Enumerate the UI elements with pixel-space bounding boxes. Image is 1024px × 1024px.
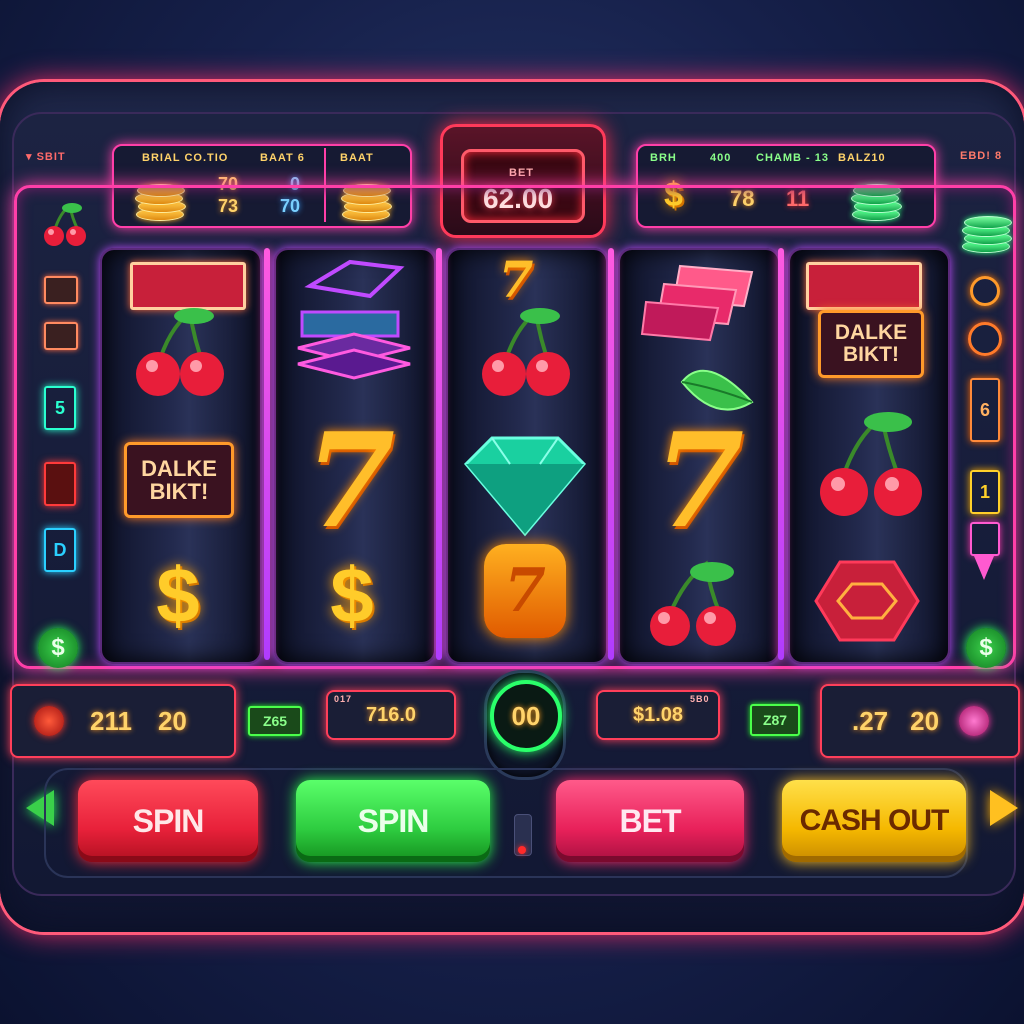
left-panel-label-2: BAAT 6	[260, 152, 305, 164]
cherry-symbol	[482, 308, 570, 396]
right-panel-label-1: BRH	[650, 152, 677, 164]
right-small-display: Z87	[750, 704, 800, 736]
sign-line-2: BIKT!	[843, 343, 899, 366]
top-left-label: ▾ SBIT	[26, 151, 66, 163]
cherry-icon	[44, 203, 86, 246]
center-left-meter-value: 716.0	[365, 703, 417, 726]
right-panel-label-2: 400	[710, 152, 732, 164]
right-panel-label-4: BALZ10	[838, 152, 886, 164]
pointer-down-icon	[974, 556, 994, 580]
top-right-label: EBD! 8	[960, 150, 1003, 162]
reel-divider	[778, 248, 784, 660]
gem-stack-symbol	[297, 310, 411, 380]
red-led-icon	[518, 846, 526, 854]
right-meter-value-b: 20	[910, 705, 940, 736]
ticket-stack-symbol	[640, 264, 754, 342]
dollar-coin-icon: $	[38, 628, 78, 668]
left-meter-value-a: 211	[90, 705, 132, 736]
bet-display-label: BET	[509, 167, 534, 179]
pink-light-icon	[959, 706, 990, 736]
right-sign-box: 1	[970, 470, 1000, 514]
reel-divider	[608, 248, 614, 660]
seven-symbol: 7	[304, 403, 396, 557]
center-left-meter: 017 716.0	[326, 690, 456, 740]
ring-indicator-icon	[970, 276, 1000, 306]
reel-divider	[264, 248, 270, 660]
left-sign-box-red	[44, 462, 76, 506]
side-indicator	[44, 276, 78, 304]
center-dial: 00	[490, 680, 562, 752]
left-panel-label-3: BAAT	[340, 152, 374, 164]
cherry-symbol	[820, 412, 922, 516]
right-sign-box	[970, 522, 1000, 556]
spin-button-green[interactable]: SPIN	[296, 780, 490, 862]
cash-out-button[interactable]: CASH OUT	[782, 780, 966, 862]
cherry-symbol	[650, 560, 736, 646]
gem-outline-symbol	[304, 259, 405, 299]
right-credit-meter: .27 20	[820, 684, 1020, 758]
sign-line-1: DALKE	[141, 455, 217, 481]
seven-badge-symbol: 7	[484, 544, 566, 638]
dalke-bikt-sign: DALKE BIKT!	[124, 442, 234, 518]
dalke-bikt-sign: DALKE BIKT!	[818, 310, 924, 378]
side-indicator	[44, 322, 78, 350]
seven-badge-text: 7	[504, 556, 546, 626]
sign-line-2: BIKT!	[149, 479, 209, 504]
seven-symbol: 7	[653, 403, 745, 557]
left-sign-box: D	[44, 528, 76, 572]
banner-symbol	[806, 262, 922, 310]
left-small-display: Z65	[248, 706, 302, 736]
left-credit-meter: 211 20	[10, 684, 236, 758]
dollar-coin-icon: $	[966, 628, 1006, 668]
left-meter-value-b: 20	[157, 705, 187, 736]
hexagon-symbol	[814, 560, 920, 642]
right-panel-label-3: CHAMB - 13	[756, 152, 829, 164]
seven-small-symbol: 7	[498, 249, 534, 309]
green-chip-stack-icon	[960, 208, 1016, 256]
dollar-symbol: $	[156, 550, 200, 639]
center-right-meter: 5B0 $1.08	[596, 690, 720, 740]
right-meter-value-a: .27	[852, 705, 889, 736]
spin-button-red[interactable]: SPIN	[78, 780, 258, 862]
ring-indicator-icon	[968, 322, 1002, 356]
sign-line-1: DALKE	[834, 320, 908, 344]
center-right-meter-label: 5B0	[690, 694, 710, 704]
arrow-right-icon[interactable]	[990, 790, 1018, 826]
center-dial-value: 00	[511, 700, 541, 731]
diamond-symbol	[463, 436, 587, 537]
center-right-meter-value: $1.08	[632, 703, 684, 726]
left-sign-box: 5	[44, 386, 76, 430]
reel-divider	[436, 248, 442, 660]
left-panel-label-1: BRIAL CO.TIO	[142, 152, 229, 164]
dollar-symbol: $	[330, 550, 374, 639]
cherry-symbol	[136, 308, 224, 396]
bet-button[interactable]: BET	[556, 780, 744, 862]
right-sign-box: 6	[970, 378, 1000, 442]
red-light-icon	[34, 706, 64, 736]
center-left-meter-label: 017	[334, 694, 353, 704]
